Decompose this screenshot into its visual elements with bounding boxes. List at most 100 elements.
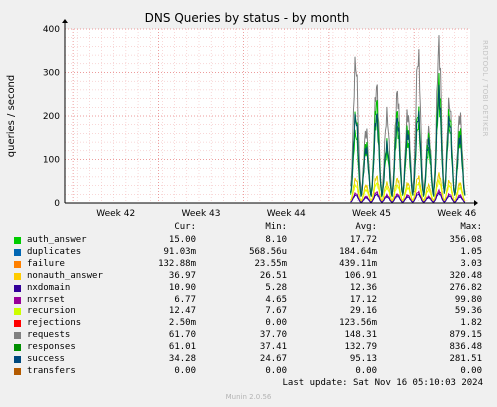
legend-label: auth_answer <box>27 235 87 245</box>
legend-value-max: 879.15 <box>449 330 482 341</box>
legend-value-max: 320.48 <box>449 270 482 281</box>
x-tick-label: Week 45 <box>352 209 391 219</box>
legend-label: transfers <box>27 365 76 376</box>
legend-value-avg: 123.56m <box>339 318 377 329</box>
legend-value-min: 23.55m <box>254 258 287 269</box>
legend-label: rejections <box>27 318 82 329</box>
legend-swatch <box>14 237 21 244</box>
legend-value-cur: 61.01 <box>168 342 196 353</box>
legend-row-auth_answer: auth_answer 15.00 8.10 17.72 356.08 <box>14 235 484 247</box>
legend-value-cur: 15.00 <box>168 235 196 245</box>
y-tick-label: 0 <box>54 199 60 209</box>
legend-value-avg: 12.36 <box>349 282 377 293</box>
legend-value-min: 568.56u <box>249 246 287 257</box>
legend-swatch <box>14 367 21 375</box>
legend-value-min: 8.10 <box>265 235 287 245</box>
x-tick-label: Week 42 <box>96 209 135 219</box>
legend-value-max: 1.82 <box>460 318 482 329</box>
legend-label: recursion <box>27 306 76 317</box>
legend-label: failure <box>27 258 65 269</box>
legend-row-requests: requests 61.70 37.70 148.31 879.15 <box>14 330 484 342</box>
legend-label: nxrrset <box>27 294 65 305</box>
legend-swatch <box>14 284 21 292</box>
legend-value-min: 0.00 <box>265 318 287 329</box>
legend-swatch <box>14 344 21 352</box>
y-tick-label: 300 <box>43 69 60 79</box>
x-axis-arrow <box>474 200 478 206</box>
legend-value-cur: 2.50m <box>168 318 196 329</box>
legend-value-min: 5.28 <box>265 282 287 293</box>
legend-value-max: 99.80 <box>454 294 482 305</box>
legend-value-min: 37.70 <box>259 330 287 341</box>
legend-value-avg: 0.00 <box>355 365 377 376</box>
legend-label: nxdomain <box>27 282 71 293</box>
legend-swatch <box>14 356 21 363</box>
legend-value-avg: 17.12 <box>349 294 377 305</box>
munin-version: Munin 2.0.56 <box>225 393 272 401</box>
legend-value-avg: 148.31 <box>344 330 377 341</box>
legend-value-avg: 106.91 <box>344 270 377 281</box>
legend-value-max: 356.08 <box>449 235 482 245</box>
legend-swatch <box>14 320 21 328</box>
legend-value-min: 0.00 <box>265 365 287 376</box>
legend-value-cur: 36.97 <box>168 270 196 281</box>
legend-row-nxrrset: nxrrset 6.77 4.65 17.12 99.80 <box>14 295 484 307</box>
legend-value-max: 281.51 <box>449 354 482 364</box>
legend-value-max: 59.36 <box>454 306 482 317</box>
legend-row-transfers: transfers 0.00 0.00 0.00 0.00 <box>14 366 484 378</box>
legend-row-nxdomain: nxdomain 10.90 5.28 12.36 276.82 <box>14 283 484 295</box>
x-tick-label: Week 44 <box>267 209 306 219</box>
legend-value-cur: 132.88m <box>158 258 196 269</box>
legend-value-min: 37.41 <box>259 342 287 353</box>
legend-swatch <box>14 296 21 304</box>
legend-row-recursion: recursion 12.47 7.67 29.16 59.36 <box>14 306 484 318</box>
legend-header-min: Min: <box>265 222 287 232</box>
legend-row-failure: failure 132.88m 23.55m 439.11m 3.03 <box>14 259 484 271</box>
legend-value-max: 836.48 <box>449 342 482 353</box>
legend-value-avg: 439.11m <box>339 258 377 269</box>
legend-value-avg: 17.72 <box>349 235 377 245</box>
legend-value-max: 276.82 <box>449 282 482 293</box>
legend-value-min: 26.51 <box>259 270 287 281</box>
last-update: Last update: Sat Nov 16 05:10:03 2024 <box>282 378 483 388</box>
rrdtool-label: RRDTOOL / TOBI OETIKER <box>481 40 489 137</box>
y-tick-label: 400 <box>43 25 60 35</box>
legend-value-max: 1.05 <box>460 246 482 257</box>
x-tick-label: Week 43 <box>182 209 221 219</box>
legend-value-cur: 12.47 <box>168 306 196 317</box>
legend-row-duplicates: duplicates 91.03m 568.56u 184.64m 1.05 <box>14 247 484 259</box>
legend-value-cur: 10.90 <box>168 282 196 293</box>
legend-value-min: 4.65 <box>265 294 287 305</box>
legend-value-avg: 29.16 <box>349 306 377 317</box>
y-axis-arrow <box>62 19 68 23</box>
legend-label: nonauth_answer <box>27 270 103 281</box>
legend-row-responses: responses 61.01 37.41 132.79 836.48 <box>14 342 484 354</box>
legend-header-max: Max: <box>460 222 482 232</box>
chart: 0 100 200 300 400 Week 42 Week 43 Week 44 Week 4… <box>6 11 478 219</box>
legend-swatch <box>14 248 21 256</box>
legend-swatch <box>14 308 21 316</box>
legend-value-min: 24.67 <box>259 354 287 364</box>
legend-swatch <box>14 332 21 340</box>
legend-row-nonauth_answer: nonauth_answer 36.97 26.51 106.91 320.48 <box>14 271 484 283</box>
legend-value-max: 3.03 <box>460 258 482 269</box>
y-tick-label: 100 <box>43 156 60 166</box>
legend-value-cur: 34.28 <box>168 354 196 364</box>
legend-row-success: success 34.28 24.67 95.13 281.51 <box>14 354 484 366</box>
legend-label: responses <box>27 342 76 353</box>
x-tick-label: Week 46 <box>437 209 476 219</box>
legend-swatch <box>14 272 21 280</box>
legend-label: success <box>27 354 65 364</box>
legend-value-cur: 61.70 <box>168 330 196 341</box>
legend-value-min: 7.67 <box>265 306 287 317</box>
legend-value-cur: 0.00 <box>174 365 196 376</box>
legend-value-cur: 91.03m <box>163 246 196 257</box>
legend-header-cur: Cur: <box>174 222 196 232</box>
legend-header-avg: Avg: <box>355 222 377 232</box>
legend-value-cur: 6.77 <box>174 294 196 305</box>
y-tick-label: 200 <box>43 112 60 122</box>
legend-value-max: 0.00 <box>460 365 482 376</box>
legend-label: requests <box>27 330 71 341</box>
legend-value-avg: 132.79 <box>344 342 377 353</box>
chart-title: DNS Queries by status - by month <box>145 11 350 25</box>
